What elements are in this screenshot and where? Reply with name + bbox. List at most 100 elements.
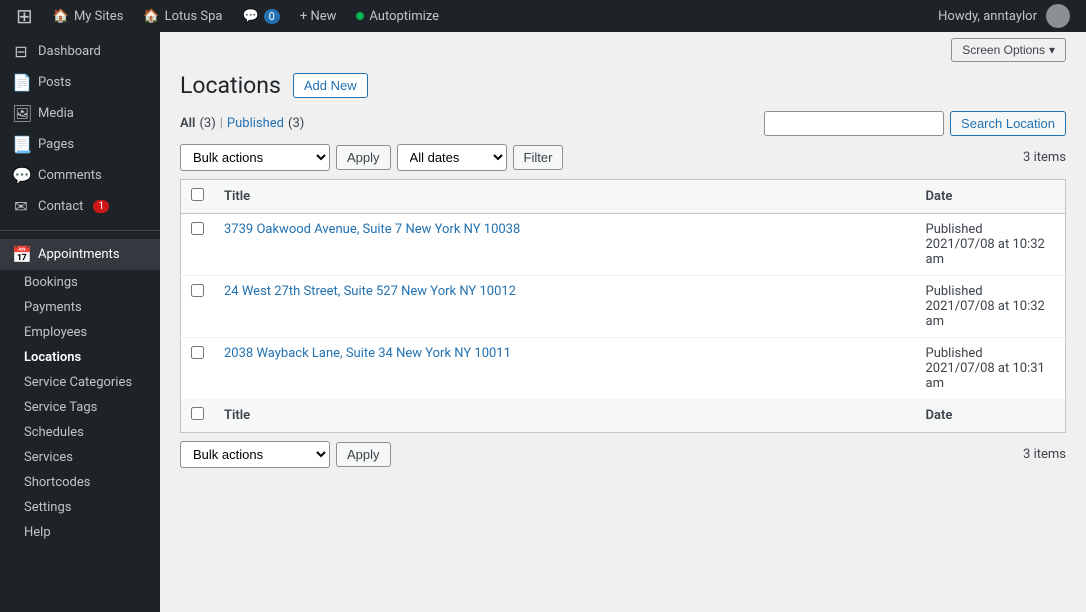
content-area: Locations Add New All (3) | Published (3… xyxy=(160,62,1086,488)
autoptimize-status-icon xyxy=(356,12,364,20)
table-row: 2038 Wayback Lane, Suite 34 New York NY … xyxy=(181,338,1066,400)
screen-options-chevron: ▾ xyxy=(1049,43,1055,57)
sidebar-item-media-label: Media xyxy=(38,106,74,121)
comments-count: 0 xyxy=(264,9,280,24)
sidebar-item-appointments[interactable]: 📅 Appointments xyxy=(0,239,160,270)
search-input[interactable] xyxy=(764,111,944,136)
row-checkbox-input-0[interactable] xyxy=(191,222,204,235)
sidebar-sub-service-tags[interactable]: Service Tags xyxy=(0,395,160,420)
sidebar-sub-payments[interactable]: Payments xyxy=(0,295,160,320)
row-title-link-1[interactable]: 24 West 27th Street, Suite 527 New York … xyxy=(224,284,516,299)
row-status-1: Published xyxy=(926,284,1056,299)
items-count-bottom: 3 items xyxy=(1023,447,1066,462)
header-checkbox-col xyxy=(181,180,215,214)
sidebar: ⊟ Dashboard 📄 Posts 🖼 Media 📃 Pages 💬 Co… xyxy=(0,32,160,612)
bulk-actions-select-bottom[interactable]: Bulk actions xyxy=(180,441,330,468)
footer-title-label: Title xyxy=(224,408,250,423)
site-name-item[interactable]: 🏠 Lotus Spa xyxy=(135,0,230,32)
view-published-count: (3) xyxy=(288,116,304,131)
select-all-checkbox[interactable] xyxy=(191,188,204,201)
sidebar-item-dashboard[interactable]: ⊟ Dashboard xyxy=(0,36,160,67)
autoptimize-item[interactable]: Autoptimize xyxy=(348,0,447,32)
view-links: All (3) | Published (3) xyxy=(180,116,304,131)
new-label: + New xyxy=(300,9,337,24)
row-date-cell-2: Published2021/07/08 at 10:31 am xyxy=(916,338,1066,400)
row-title-link-2[interactable]: 2038 Wayback Lane, Suite 34 New York NY … xyxy=(224,346,511,361)
row-title-cell-0: 3739 Oakwood Avenue, Suite 7 New York NY… xyxy=(214,214,916,276)
sidebar-item-pages[interactable]: 📃 Pages xyxy=(0,129,160,160)
sidebar-item-pages-label: Pages xyxy=(38,137,74,152)
row-date-cell-0: Published2021/07/08 at 10:32 am xyxy=(916,214,1066,276)
media-icon: 🖼 xyxy=(12,104,30,123)
sidebar-sub-shortcodes[interactable]: Shortcodes xyxy=(0,470,160,495)
howdy-item[interactable]: Howdy, anntaylor xyxy=(930,0,1078,32)
sidebar-sub-locations[interactable]: Locations xyxy=(0,345,160,370)
row-date-1: 2021/07/08 at 10:32 am xyxy=(926,299,1056,329)
new-item[interactable]: + New xyxy=(292,0,345,32)
contact-icon: ✉ xyxy=(12,197,30,216)
sidebar-sub-schedules[interactable]: Schedules xyxy=(0,420,160,445)
row-checkbox-0 xyxy=(181,214,215,276)
row-title-link-0[interactable]: 3739 Oakwood Avenue, Suite 7 New York NY… xyxy=(224,222,520,237)
row-checkbox-1 xyxy=(181,276,215,338)
view-published-link[interactable]: Published xyxy=(227,116,284,131)
row-checkbox-input-1[interactable] xyxy=(191,284,204,297)
row-date-cell-1: Published2021/07/08 at 10:32 am xyxy=(916,276,1066,338)
sidebar-sub-bookings[interactable]: Bookings xyxy=(0,270,160,295)
sites-icon: 🏠 xyxy=(53,9,69,24)
posts-icon: 📄 xyxy=(12,73,30,92)
sidebar-item-media[interactable]: 🖼 Media xyxy=(0,98,160,129)
site-name-label: Lotus Spa xyxy=(165,9,223,24)
sidebar-item-posts[interactable]: 📄 Posts xyxy=(0,67,160,98)
comments-item[interactable]: 💬 0 xyxy=(234,0,287,32)
avatar xyxy=(1046,4,1070,28)
view-all-link[interactable]: All xyxy=(180,116,195,131)
row-checkbox-input-2[interactable] xyxy=(191,346,204,359)
add-new-button[interactable]: Add New xyxy=(293,73,368,98)
dates-select-top[interactable]: All dates xyxy=(397,144,507,171)
footer-title-col: Title xyxy=(214,399,916,433)
sidebar-divider xyxy=(0,230,160,231)
toolbar-top: Bulk actions Apply All dates Filter 3 it… xyxy=(180,144,1066,171)
date-header-label: Date xyxy=(926,189,953,204)
screen-options-label: Screen Options xyxy=(962,43,1045,57)
select-all-checkbox-footer[interactable] xyxy=(191,407,204,420)
admin-bar: ⊞ 🏠 My Sites 🏠 Lotus Spa 💬 0 + New Autop… xyxy=(0,0,1086,32)
sidebar-sub-service-categories[interactable]: Service Categories xyxy=(0,370,160,395)
bulk-actions-select-top[interactable]: Bulk actions xyxy=(180,144,330,171)
autoptimize-label: Autoptimize xyxy=(369,9,439,24)
page-title: Locations xyxy=(180,72,281,99)
apply-button-top[interactable]: Apply xyxy=(336,145,391,170)
layout: ⊟ Dashboard 📄 Posts 🖼 Media 📃 Pages 💬 Co… xyxy=(0,32,1086,612)
sidebar-sub-help[interactable]: Help xyxy=(0,520,160,545)
comments-icon: 💬 xyxy=(242,9,258,24)
sidebar-sub-services[interactable]: Services xyxy=(0,445,160,470)
bulk-row-bottom: Bulk actions Apply xyxy=(180,441,391,468)
row-status-0: Published xyxy=(926,222,1056,237)
pages-icon: 📃 xyxy=(12,135,30,154)
footer-date-label: Date xyxy=(926,408,953,423)
screen-options-button[interactable]: Screen Options ▾ xyxy=(951,38,1066,62)
my-sites-label: My Sites xyxy=(74,9,123,24)
sidebar-item-contact[interactable]: ✉ Contact 1 xyxy=(0,191,160,222)
table-footer-row: Title Date xyxy=(181,399,1066,433)
sidebar-sub-settings[interactable]: Settings xyxy=(0,495,160,520)
search-box: Search Location xyxy=(764,111,1066,136)
sidebar-item-comments[interactable]: 💬 Comments xyxy=(0,160,160,191)
view-sep-1: | xyxy=(220,116,223,131)
sidebar-sub-employees[interactable]: Employees xyxy=(0,320,160,345)
view-search-row: All (3) | Published (3) Search Location xyxy=(180,111,1066,136)
apply-button-bottom[interactable]: Apply xyxy=(336,442,391,467)
title-header-label: Title xyxy=(224,189,250,204)
toolbar-bottom: Bulk actions Apply 3 items xyxy=(180,441,1066,468)
header-title-col: Title xyxy=(214,180,916,214)
footer-checkbox-col xyxy=(181,399,215,433)
table-header-row: Title Date xyxy=(181,180,1066,214)
wp-logo-item[interactable]: ⊞ xyxy=(8,0,41,32)
search-button[interactable]: Search Location xyxy=(950,111,1066,136)
row-title-cell-2: 2038 Wayback Lane, Suite 34 New York NY … xyxy=(214,338,916,400)
my-sites-item[interactable]: 🏠 My Sites xyxy=(45,0,132,32)
table-row: 3739 Oakwood Avenue, Suite 7 New York NY… xyxy=(181,214,1066,276)
filter-button-top[interactable]: Filter xyxy=(513,145,564,170)
bulk-row-top: Bulk actions Apply All dates Filter xyxy=(180,144,563,171)
